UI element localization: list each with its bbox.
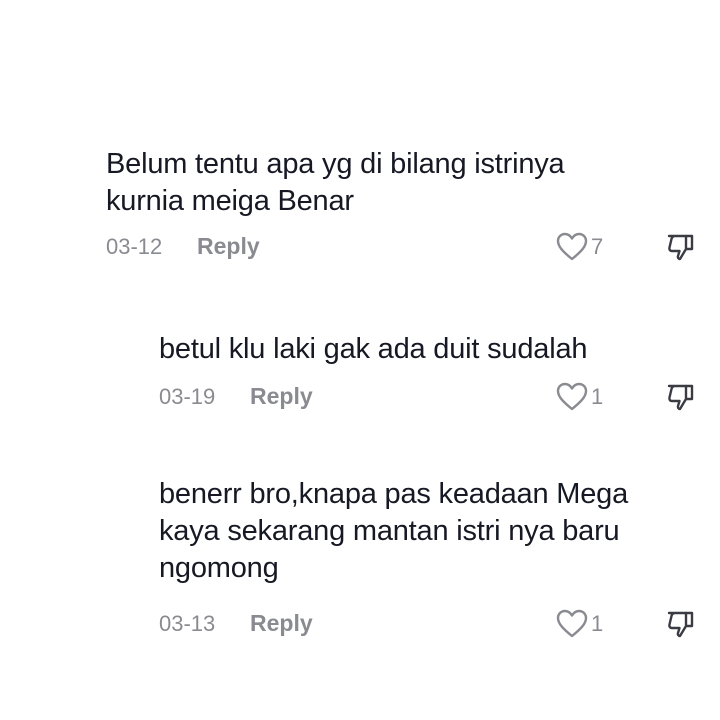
- like-count: 1: [591, 384, 604, 409]
- heart-outline-icon: [556, 232, 588, 261]
- dislike-button[interactable]: [666, 609, 696, 639]
- like-button[interactable]: 7: [556, 230, 603, 264]
- like-button[interactable]: 1: [556, 380, 603, 414]
- comment-item: Belum tentu apa yg di bilang istrinya ku…: [106, 146, 720, 264]
- reply-button[interactable]: Reply: [197, 233, 260, 260]
- comment-date: 03-12: [106, 234, 163, 259]
- like-button[interactable]: 1: [556, 607, 603, 641]
- reply-comment-item: betul klu laki gak ada duit sudalah 03-1…: [159, 331, 720, 414]
- comment-meta-row: 03-19 Reply 1: [159, 380, 720, 414]
- dislike-button[interactable]: [666, 382, 696, 412]
- thumbs-down-outline-icon: [667, 611, 694, 638]
- comment-date: 03-13: [159, 611, 216, 636]
- comment-meta-row: 03-13 Reply 1: [159, 607, 720, 641]
- reply-button[interactable]: Reply: [250, 383, 313, 410]
- thumbs-down-outline-icon: [667, 384, 694, 411]
- comment-text: benerr bro,knapa pas keadaan Mega kaya s…: [159, 478, 629, 584]
- comment-text: Belum tentu apa yg di bilang istrinya ku…: [106, 148, 565, 217]
- like-count: 7: [591, 234, 604, 259]
- heart-outline-icon: [556, 382, 588, 411]
- like-count: 1: [591, 611, 604, 636]
- thumbs-down-outline-icon: [667, 234, 694, 261]
- comment-meta-row: 03-12 Reply 7: [106, 230, 720, 264]
- reply-button[interactable]: Reply: [250, 610, 313, 637]
- comment-date: 03-19: [159, 384, 216, 409]
- comments-screen: { "comments": [ { "text": "Belum tentu a…: [0, 0, 720, 720]
- heart-outline-icon: [556, 609, 588, 638]
- dislike-button[interactable]: [666, 232, 696, 262]
- reply-comment-item: benerr bro,knapa pas keadaan Mega kaya s…: [159, 476, 720, 641]
- comment-text: betul klu laki gak ada duit sudalah: [159, 333, 588, 365]
